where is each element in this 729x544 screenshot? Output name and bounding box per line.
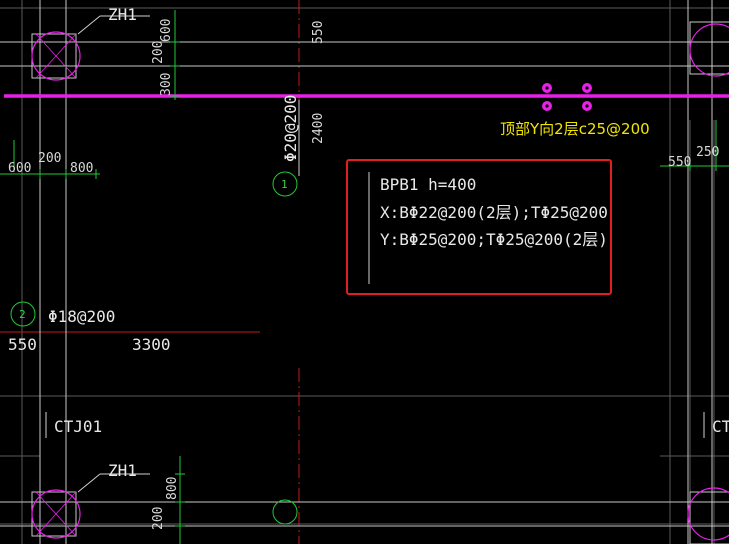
plan-drawing: ZH1 ZH1 顶部Y向2层c25@200 600 200 300 550 24… [0, 0, 729, 544]
top-rebar-note: 顶部Y向2层c25@200 [500, 120, 650, 138]
dim-800-left: 800 [70, 161, 93, 176]
dim-600-left: 600 [8, 161, 31, 176]
column-top-left[interactable] [31, 31, 81, 81]
dim-550-right: 550 [668, 155, 691, 170]
dim-3300: 3300 [132, 335, 171, 354]
slab-note-line2: X:BΦ22@200(2层);TΦ25@200 [380, 203, 608, 222]
dim-200-top: 200 [151, 41, 166, 64]
svg-text:1: 1 [281, 178, 288, 191]
axis-bubble-2: 2 [10, 301, 36, 327]
axis-lines [0, 0, 300, 544]
column-label-top: ZH1 [108, 5, 137, 24]
vertical-rebar-label: Φ20@200 [281, 95, 300, 162]
dim-250-right: 250 [696, 145, 719, 160]
cap-label-right: CT [712, 417, 729, 436]
dim-200-bottom: 200 [151, 507, 166, 530]
column-label-bottom: ZH1 [108, 461, 137, 480]
dim-200-left: 200 [38, 151, 61, 166]
dim-550-top: 550 [311, 21, 326, 44]
dim-600-top: 600 [159, 19, 174, 42]
dim-300: 300 [159, 73, 174, 96]
horizontal-rebar-label: Φ18@200 [48, 307, 115, 326]
slab-note-line3: Y:BΦ25@200;TΦ25@200(2层) [380, 230, 608, 249]
column-bottom-left[interactable] [31, 489, 81, 539]
cad-drawing-canvas[interactable]: ZH1 ZH1 顶部Y向2层c25@200 600 200 300 550 24… [0, 0, 729, 544]
axis-bubble-3 [272, 499, 298, 525]
dim-2400: 2400 [311, 113, 326, 144]
column-bottom-right[interactable] [687, 487, 729, 544]
column-top-right[interactable] [689, 21, 729, 77]
cap-label-left: CTJ01 [54, 417, 102, 436]
dim-550-left: 550 [8, 335, 37, 354]
slab-note-line1: BPB1 h=400 [380, 175, 476, 194]
dim-800-bottom: 800 [165, 477, 180, 500]
svg-text:2: 2 [19, 308, 26, 321]
axis-bubble-1: 1 [272, 171, 298, 197]
